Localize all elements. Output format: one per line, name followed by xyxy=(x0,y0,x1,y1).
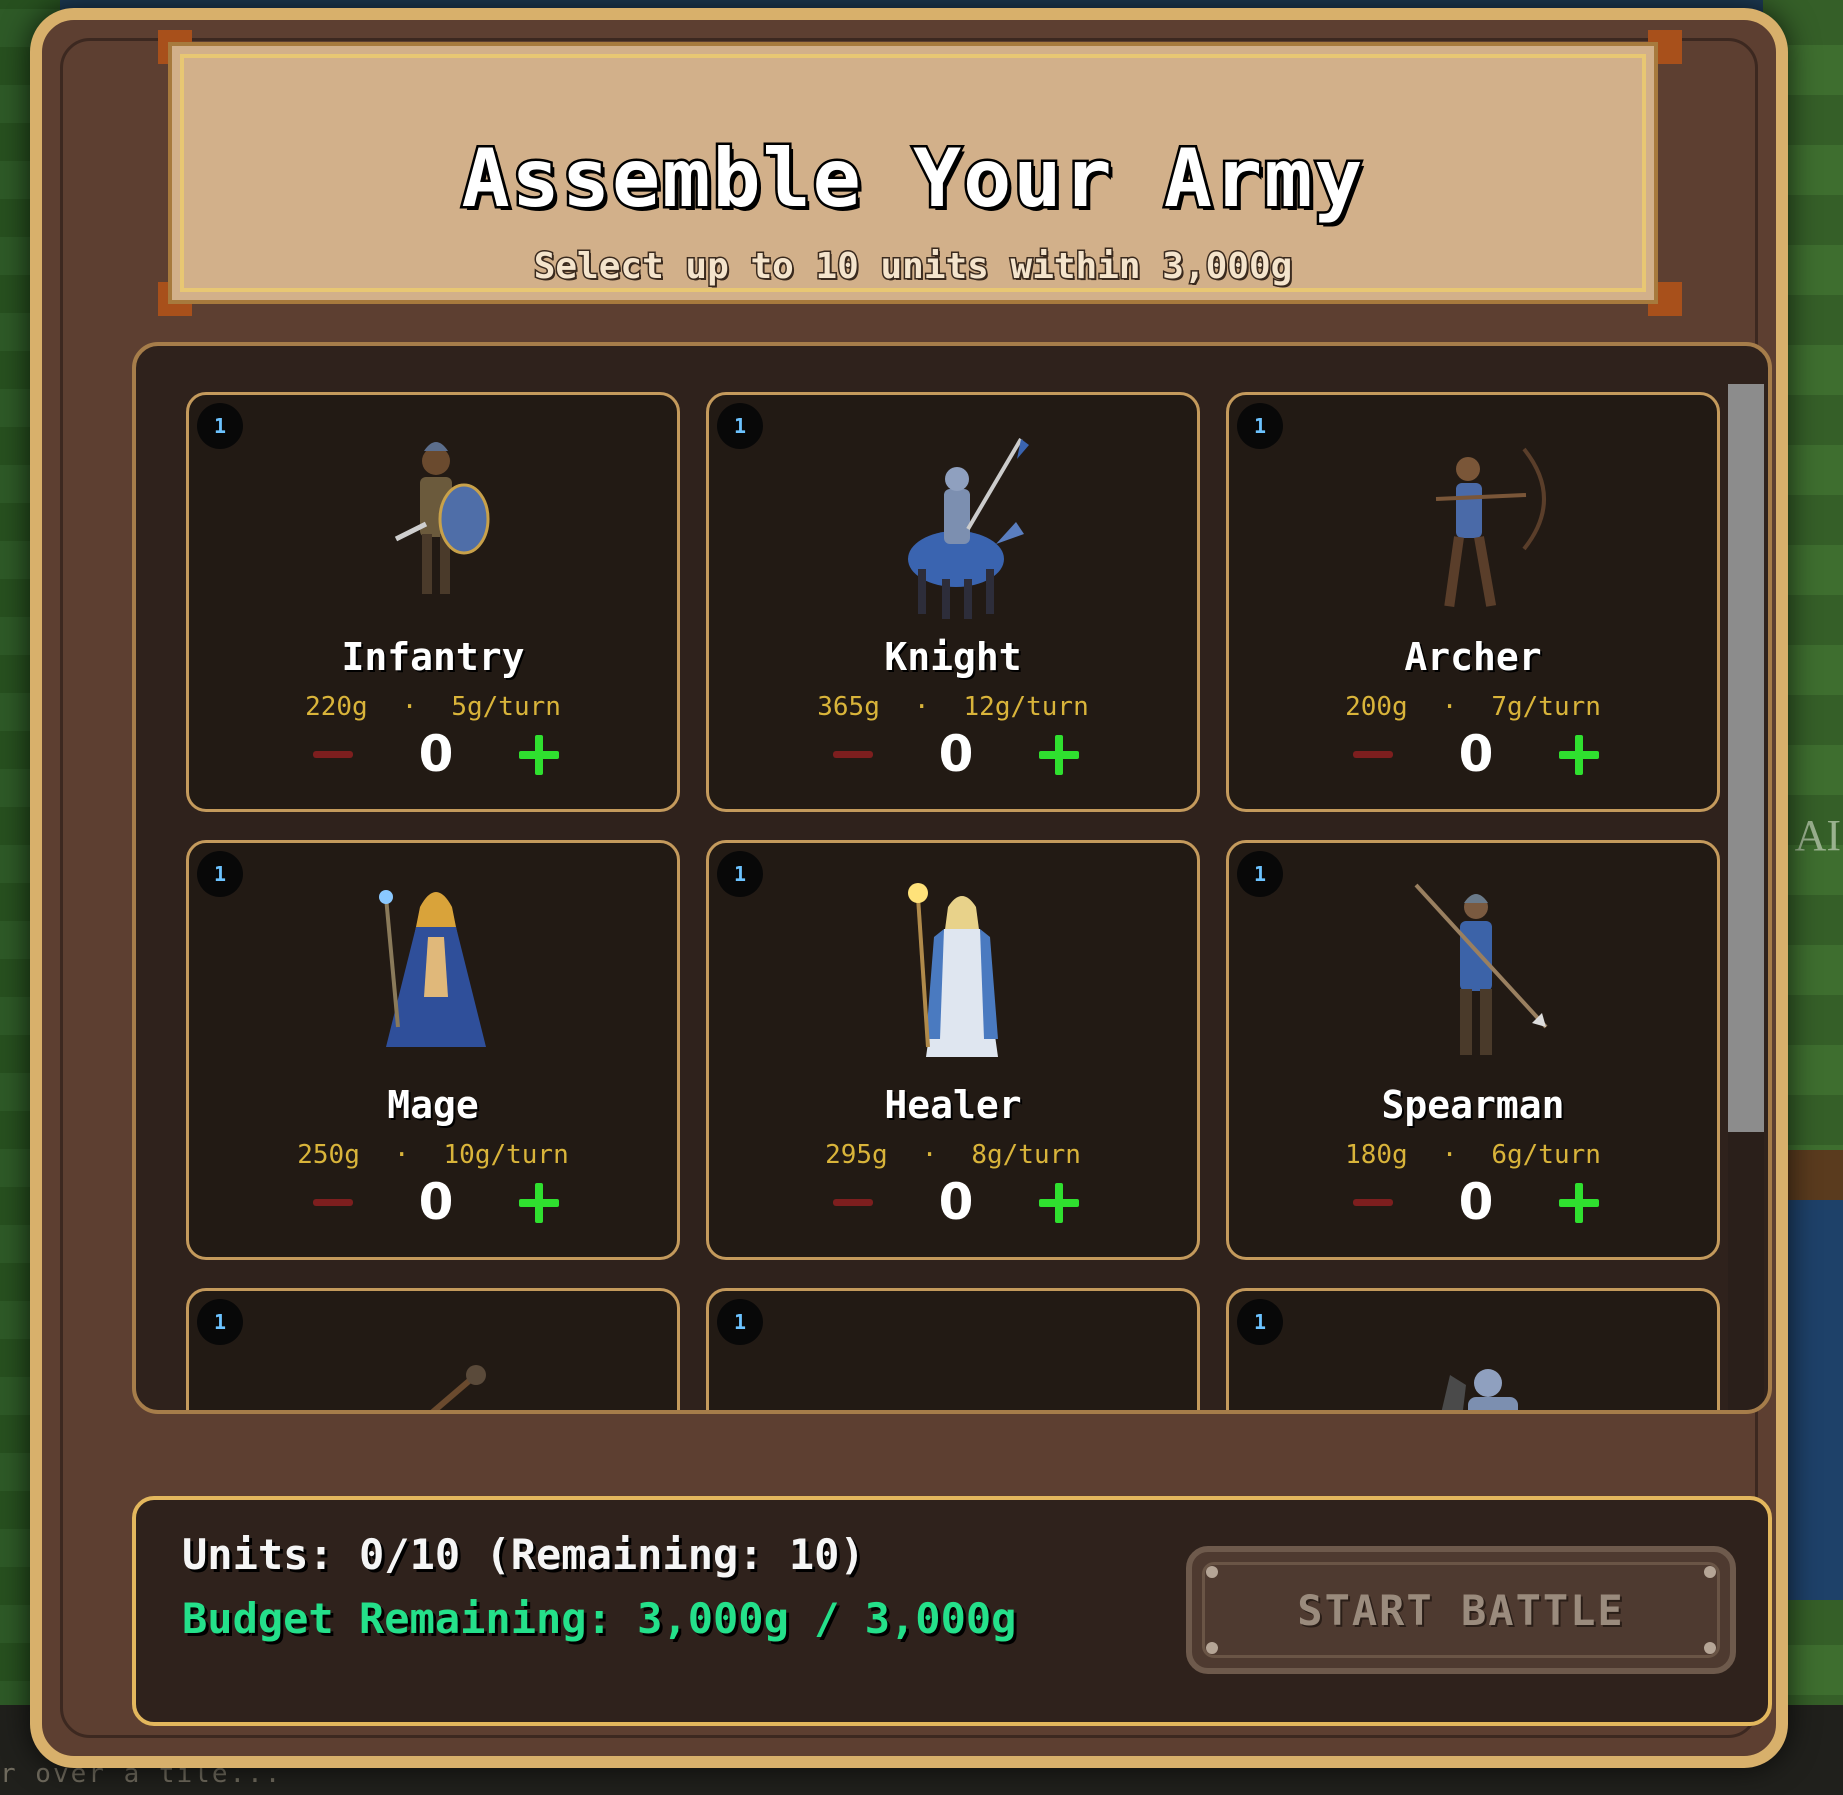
unit-name: Spearman xyxy=(1381,1083,1565,1127)
unit-stats: 365g · 12g/turn xyxy=(709,692,1197,722)
unit-count: 0 xyxy=(938,1173,974,1231)
side-label: AI xyxy=(1794,811,1841,860)
unit-name: Healer xyxy=(884,1083,1022,1127)
unit-tier-badge: 1 xyxy=(1237,851,1283,897)
unit-count: 0 xyxy=(1458,1173,1494,1231)
minus-icon xyxy=(313,1199,353,1206)
archer-portrait-icon xyxy=(1435,447,1546,608)
increase-healer-button[interactable] xyxy=(1029,1173,1089,1233)
start-battle-label: START BATTLE xyxy=(1202,1562,1720,1658)
unit-name: Archer xyxy=(1404,635,1542,679)
infantry-portrait-icon xyxy=(394,442,490,594)
header-banner: Assemble Your Army Select up to 10 units… xyxy=(168,42,1658,304)
stat-separator: · xyxy=(921,1140,938,1170)
army-summary-panel: Units: 0/10 (Remaining: 10) Budget Remai… xyxy=(132,1496,1772,1726)
unit-tier-badge: 1 xyxy=(197,1299,243,1345)
unit-card-mage[interactable]: 1 Mage 250g · 10g/turn 0 xyxy=(186,840,680,1260)
unit-tier-badge: 1 xyxy=(1237,1299,1283,1345)
unit-count: 0 xyxy=(418,1173,454,1231)
minus-icon xyxy=(1353,751,1393,758)
increase-infantry-button[interactable] xyxy=(509,725,569,785)
unit-cost: 220g xyxy=(305,692,368,722)
minus-icon xyxy=(313,751,353,758)
units-count-text: Units: 0/10 (Remaining: 10) xyxy=(182,1530,865,1579)
decrease-infantry-button[interactable] xyxy=(303,725,363,785)
increase-spearman-button[interactable] xyxy=(1549,1173,1609,1233)
stat-separator: · xyxy=(401,692,418,722)
healer-portrait-icon xyxy=(908,883,998,1057)
unit-upkeep: 6g/turn xyxy=(1491,1140,1601,1170)
stat-separator: · xyxy=(393,1140,410,1170)
unit-card-partial-1[interactable]: 1 xyxy=(186,1288,680,1410)
unit-upkeep: 7g/turn xyxy=(1491,692,1601,722)
unit-count: 0 xyxy=(418,725,454,783)
unit-upkeep: 12g/turn xyxy=(963,692,1089,722)
unit-upkeep: 10g/turn xyxy=(443,1140,569,1170)
increase-archer-button[interactable] xyxy=(1549,725,1609,785)
unit-tier-badge: 1 xyxy=(1237,403,1283,449)
unit-cost: 250g xyxy=(297,1140,360,1170)
start-battle-button[interactable]: START BATTLE xyxy=(1186,1546,1736,1674)
unit-card-partial-2[interactable]: 1 xyxy=(706,1288,1200,1410)
unit-card-spearman[interactable]: 1 Spearman 180g · 6g/turn 0 xyxy=(1226,840,1720,1260)
unit-count: 0 xyxy=(938,725,974,783)
unit-name: Mage xyxy=(387,1083,479,1127)
unit-cost: 365g xyxy=(817,692,880,722)
decrease-spearman-button[interactable] xyxy=(1343,1173,1403,1233)
cavalry-portrait-icon xyxy=(1441,1369,1518,1410)
minus-icon xyxy=(833,751,873,758)
unit-stats: 180g · 6g/turn xyxy=(1229,1140,1717,1170)
unit-cost: 200g xyxy=(1345,692,1408,722)
unit-tier-badge: 1 xyxy=(197,851,243,897)
page-subtitle: Select up to 10 units within 3,000g xyxy=(532,245,1294,289)
minus-icon xyxy=(833,1199,873,1206)
unit-name: Infantry xyxy=(341,635,525,679)
decrease-knight-button[interactable] xyxy=(823,725,883,785)
unit-cost: 180g xyxy=(1345,1140,1408,1170)
unit-stats: 200g · 7g/turn xyxy=(1229,692,1717,722)
army-assembly-modal: Assemble Your Army Select up to 10 units… xyxy=(30,8,1788,1768)
unit-card-infantry[interactable]: 1 Infantry 220g · 5g/turn 0 xyxy=(186,392,680,812)
unit-tier-badge: 1 xyxy=(717,1299,763,1345)
unit-card-archer[interactable]: 1 Archer 200g · 7g/turn 0 xyxy=(1226,392,1720,812)
unit-card-partial-3[interactable]: 1 xyxy=(1226,1288,1720,1410)
scrollbar-thumb[interactable] xyxy=(1728,384,1764,1132)
unit-grid-scroll[interactable]: 1 Infantry 220g · 5g/turn 0 1 Knight 365… xyxy=(136,346,1768,1410)
mage-portrait-icon xyxy=(379,890,486,1047)
decrease-mage-button[interactable] xyxy=(303,1173,363,1233)
catapult-portrait-icon xyxy=(430,1365,486,1410)
unit-tier-badge: 1 xyxy=(717,403,763,449)
unit-card-healer[interactable]: 1 Healer 295g · 8g/turn 0 xyxy=(706,840,1200,1260)
unit-upkeep: 5g/turn xyxy=(451,692,561,722)
budget-remaining-text: Budget Remaining: 3,000g / 3,000g xyxy=(182,1594,1017,1643)
page-title: Assemble Your Army xyxy=(459,130,1365,228)
stat-separator: · xyxy=(1441,1140,1458,1170)
minus-icon xyxy=(1353,1199,1393,1206)
unit-grid-panel: 1 Infantry 220g · 5g/turn 0 1 Knight 365… xyxy=(132,342,1772,1414)
increase-knight-button[interactable] xyxy=(1029,725,1089,785)
stat-separator: · xyxy=(1441,692,1458,722)
unit-tier-badge: 1 xyxy=(717,851,763,897)
unit-stats: 295g · 8g/turn xyxy=(709,1140,1197,1170)
knight-portrait-icon xyxy=(908,437,1029,619)
stat-separator: · xyxy=(913,692,930,722)
unit-upkeep: 8g/turn xyxy=(971,1140,1081,1170)
unit-stats: 220g · 5g/turn xyxy=(189,692,677,722)
unit-count: 0 xyxy=(1458,725,1494,783)
unit-card-knight[interactable]: 1 Knight 365g · 12g/turn 0 xyxy=(706,392,1200,812)
unit-stats: 250g · 10g/turn xyxy=(189,1140,677,1170)
unit-name: Knight xyxy=(884,635,1022,679)
spearman-portrait-icon xyxy=(1414,883,1548,1055)
unit-cost: 295g xyxy=(825,1140,888,1170)
increase-mage-button[interactable] xyxy=(509,1173,569,1233)
unit-tier-badge: 1 xyxy=(197,403,243,449)
decrease-archer-button[interactable] xyxy=(1343,725,1403,785)
decrease-healer-button[interactable] xyxy=(823,1173,883,1233)
